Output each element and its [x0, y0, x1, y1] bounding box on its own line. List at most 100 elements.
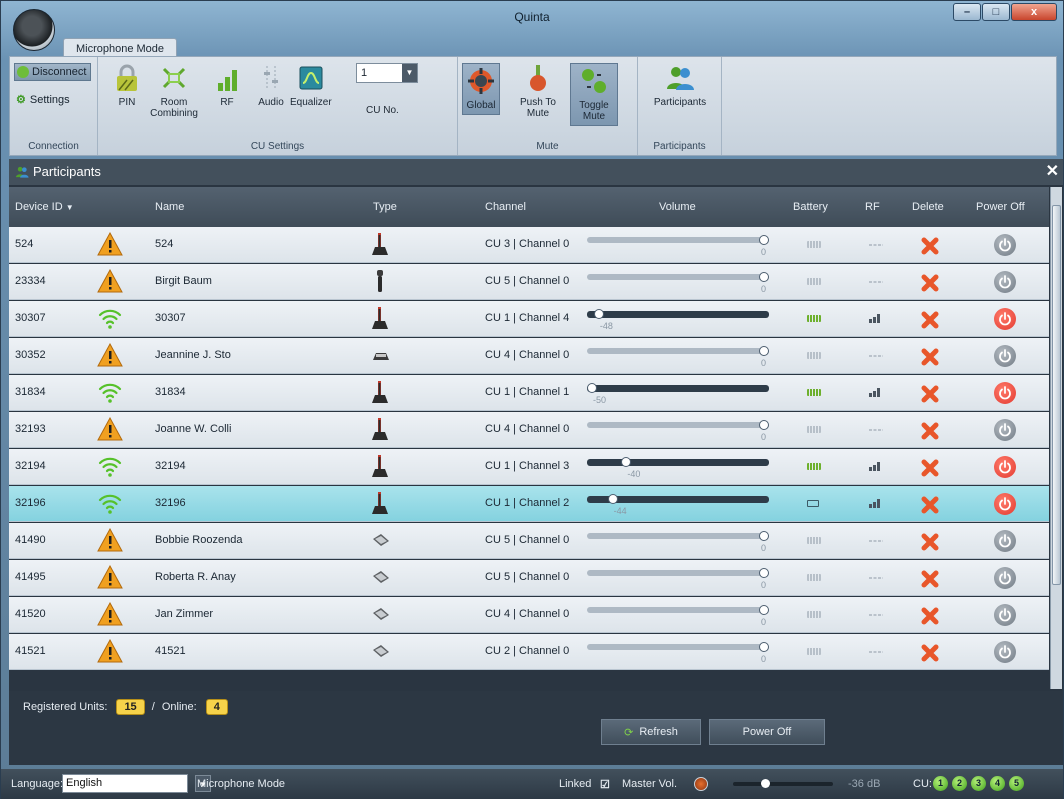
participants-button[interactable]: Participants [644, 63, 716, 108]
refresh-button[interactable]: ⟳ Refresh [601, 719, 701, 745]
chevron-down-icon[interactable]: ▼ [402, 64, 417, 82]
delete-icon[interactable] [921, 459, 939, 477]
delete-icon[interactable] [921, 644, 939, 662]
delete-icon[interactable] [921, 348, 939, 366]
column-power-off[interactable]: Power Off [976, 201, 1025, 213]
cu-indicator[interactable]: 1 [933, 776, 948, 791]
power-off-icon[interactable] [994, 271, 1016, 293]
close-icon[interactable]: ✕ [1046, 159, 1059, 185]
settings-button[interactable]: ⚙ Settings [14, 93, 70, 107]
power-off-icon[interactable] [994, 567, 1016, 589]
volume-thumb[interactable] [759, 531, 769, 541]
table-row[interactable]: 41495 Roberta R. Anay CU 5 | Channel 0 0 [9, 560, 1049, 596]
delete-icon[interactable] [921, 311, 939, 329]
delete-icon[interactable] [921, 533, 939, 551]
cu-indicator[interactable]: 3 [971, 776, 986, 791]
vertical-scrollbar[interactable] [1050, 187, 1062, 689]
equalizer-button[interactable]: Equalizer [290, 63, 332, 108]
power-off-all-button[interactable]: Power Off [709, 719, 825, 745]
table-row[interactable]: 41490 Bobbie Roozenda CU 5 | Channel 0 0 [9, 523, 1049, 559]
volume-thumb[interactable] [759, 642, 769, 652]
column-delete[interactable]: Delete [912, 201, 944, 213]
volume-slider[interactable]: 0 [587, 529, 771, 553]
master-volume-thumb[interactable] [760, 779, 770, 788]
disconnect-button[interactable]: Disconnect [14, 63, 92, 81]
power-off-icon[interactable] [994, 308, 1016, 330]
scrollbar-thumb[interactable] [1052, 205, 1061, 585]
column-device-id[interactable]: Device ID ▼ [15, 201, 74, 213]
power-off-icon[interactable] [994, 493, 1016, 515]
cu-indicator[interactable]: 2 [952, 776, 967, 791]
audio-button[interactable]: Audio [256, 63, 286, 108]
volume-thumb[interactable] [759, 568, 769, 578]
volume-thumb[interactable] [759, 346, 769, 356]
close-button[interactable]: x [1011, 3, 1057, 21]
column-name[interactable]: Name [155, 201, 184, 213]
power-off-icon[interactable] [994, 604, 1016, 626]
toggle-mute-button[interactable]: Toggle Mute [570, 63, 618, 126]
cu-indicator[interactable]: 4 [990, 776, 1005, 791]
column-channel[interactable]: Channel [485, 201, 526, 213]
power-off-icon[interactable] [994, 456, 1016, 478]
power-off-icon[interactable] [994, 641, 1016, 663]
cu-number-select[interactable]: 1 ▼ [356, 63, 418, 83]
volume-thumb[interactable] [759, 272, 769, 282]
rf-button[interactable]: RF [212, 63, 242, 108]
table-row[interactable]: 30307 30307 CU 1 | Channel 4 -48 [9, 301, 1049, 337]
table-row[interactable]: 32193 Joanne W. Colli CU 4 | Channel 0 0 [9, 412, 1049, 448]
cu-indicator[interactable]: 5 [1009, 776, 1024, 791]
maximize-button[interactable]: □ [982, 3, 1010, 21]
delete-icon[interactable] [921, 496, 939, 514]
table-row[interactable]: 41521 41521 CU 2 | Channel 0 0 [9, 634, 1049, 670]
master-volume-slider[interactable] [733, 779, 833, 788]
volume-slider[interactable]: -48 [587, 307, 771, 331]
volume-slider[interactable]: 0 [587, 640, 771, 664]
volume-thumb[interactable] [593, 309, 604, 319]
table-row[interactable]: 32194 32194 CU 1 | Channel 3 -40 [9, 449, 1049, 485]
volume-thumb[interactable] [759, 235, 769, 245]
power-off-icon[interactable] [994, 345, 1016, 367]
language-select[interactable]: English ▼ [62, 774, 211, 793]
power-off-icon[interactable] [994, 419, 1016, 441]
column-battery[interactable]: Battery [793, 201, 828, 213]
table-row[interactable]: 31834 31834 CU 1 | Channel 1 -50 [9, 375, 1049, 411]
power-off-icon[interactable] [994, 234, 1016, 256]
power-off-icon[interactable] [994, 530, 1016, 552]
push-to-mute-button[interactable]: Push To Mute [518, 63, 558, 119]
table-row[interactable]: 32196 32196 CU 1 | Channel 2 -44 [9, 486, 1049, 522]
delete-icon[interactable] [921, 607, 939, 625]
pin-button[interactable]: PIN [112, 63, 142, 108]
linked-checkbox[interactable]: ☑ [600, 778, 610, 791]
volume-slider[interactable]: -50 [587, 381, 771, 405]
power-off-icon[interactable] [994, 382, 1016, 404]
delete-icon[interactable] [921, 422, 939, 440]
app-menu-orb[interactable] [13, 9, 55, 51]
volume-thumb[interactable] [759, 605, 769, 615]
volume-slider[interactable]: 0 [587, 233, 771, 257]
delete-icon[interactable] [921, 237, 939, 255]
volume-slider[interactable]: -40 [587, 455, 771, 479]
volume-slider[interactable]: 0 [587, 566, 771, 590]
volume-slider[interactable]: 0 [587, 418, 771, 442]
volume-slider[interactable]: -44 [587, 492, 771, 516]
master-volume-knob-icon[interactable] [694, 777, 708, 791]
column-rf[interactable]: RF [865, 201, 880, 213]
delete-icon[interactable] [921, 570, 939, 588]
volume-slider[interactable]: 0 [587, 603, 771, 627]
volume-thumb[interactable] [759, 420, 769, 430]
volume-thumb[interactable] [587, 383, 597, 393]
volume-slider[interactable]: 0 [587, 344, 771, 368]
column-type[interactable]: Type [373, 201, 397, 213]
delete-icon[interactable] [921, 385, 939, 403]
minimize-button[interactable]: – [953, 3, 981, 21]
table-row[interactable]: 41520 Jan Zimmer CU 4 | Channel 0 0 [9, 597, 1049, 633]
table-row[interactable]: 23334 Birgit Baum CU 5 | Channel 0 0 [9, 264, 1049, 300]
table-row[interactable]: 524 524 CU 3 | Channel 0 0 [9, 227, 1049, 263]
volume-slider[interactable]: 0 [587, 270, 771, 294]
table-row[interactable]: 30352 Jeannine J. Sto CU 4 | Channel 0 0 [9, 338, 1049, 374]
volume-thumb[interactable] [607, 494, 618, 504]
room-combining-button[interactable]: Room Combining [150, 63, 198, 119]
global-mute-button[interactable]: Global [462, 63, 500, 115]
column-volume[interactable]: Volume [659, 201, 696, 213]
delete-icon[interactable] [921, 274, 939, 292]
